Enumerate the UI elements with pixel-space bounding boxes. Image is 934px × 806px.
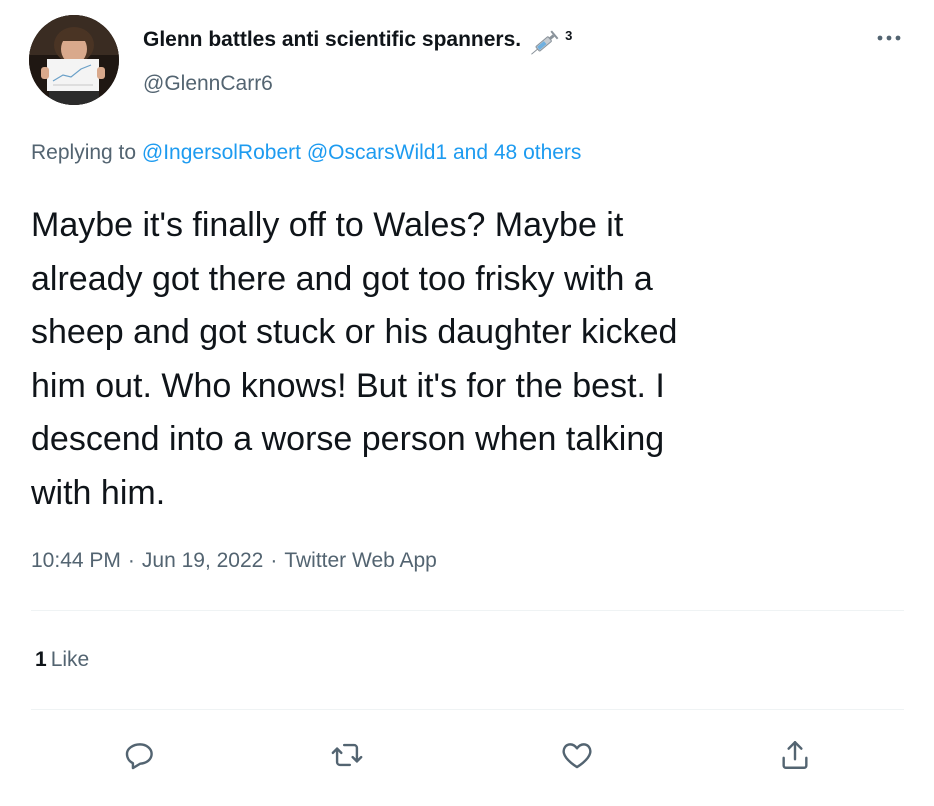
tweet-text-line: him out. Who knows! But it's for the bes… [31, 366, 665, 405]
mention-link[interactable]: @IngersolRobert [142, 141, 301, 164]
divider [31, 610, 904, 611]
more-options-button[interactable] [874, 26, 904, 50]
separator: · [127, 549, 135, 572]
tweet-text-line: with him. [31, 473, 166, 512]
tweet-source[interactable]: Twitter Web App [284, 549, 437, 572]
share-icon [782, 741, 808, 769]
heart-icon [562, 743, 592, 769]
action-bar [0, 730, 934, 780]
syringe-icon [529, 28, 563, 64]
mention-link[interactable]: @OscarsWild1 [307, 141, 447, 164]
tweet-text-line: Maybe it's finally off to Wales? Maybe i… [31, 206, 624, 244]
tweet-text-line: sheep and got stuck or his daughter kick… [31, 313, 678, 351]
like-count-number: 1 [35, 648, 47, 671]
more-icon [877, 35, 901, 41]
retweet-button[interactable] [325, 730, 369, 780]
reply-button[interactable] [118, 730, 162, 780]
separator: · [270, 549, 278, 572]
divider [31, 709, 904, 710]
tweet-time[interactable]: 10:44 PM [31, 549, 121, 572]
like-count-label: Like [50, 648, 90, 671]
replying-to: Replying to @IngersolRobert @OscarsWild1… [31, 139, 581, 167]
superscript-count: 3 [565, 28, 573, 43]
tweet-date[interactable]: Jun 19, 2022 [142, 549, 263, 572]
tweet-text-line: already got there and got too frisky wit… [31, 259, 653, 298]
reply-icon [125, 743, 153, 770]
tweet-meta: 10:44 PM · Jun 19, 2022 · Twitter Web App [31, 547, 437, 575]
tweet-text-line: descend into a worse person when talking [31, 420, 665, 458]
like-button[interactable] [555, 730, 599, 780]
others-link[interactable]: and 48 others [453, 141, 581, 164]
retweet-icon [331, 743, 363, 767]
replying-to-label: Replying to [31, 141, 137, 164]
display-name[interactable]: Glenn battles anti scientific spanners. [143, 26, 521, 54]
tweet-text: Maybe it's finally off to Wales? Maybe i… [31, 199, 891, 520]
likes-count[interactable]: 1 Like [35, 646, 89, 674]
share-button[interactable] [773, 730, 817, 780]
author-block: Glenn battles anti scientific spanners. … [143, 26, 572, 98]
handle[interactable]: @GlennCarr6 [143, 70, 572, 98]
avatar-image [29, 15, 119, 105]
avatar[interactable] [29, 15, 119, 105]
display-name-row[interactable]: Glenn battles anti scientific spanners. … [143, 26, 572, 64]
tweet-detail: Glenn battles anti scientific spanners. … [0, 0, 934, 806]
